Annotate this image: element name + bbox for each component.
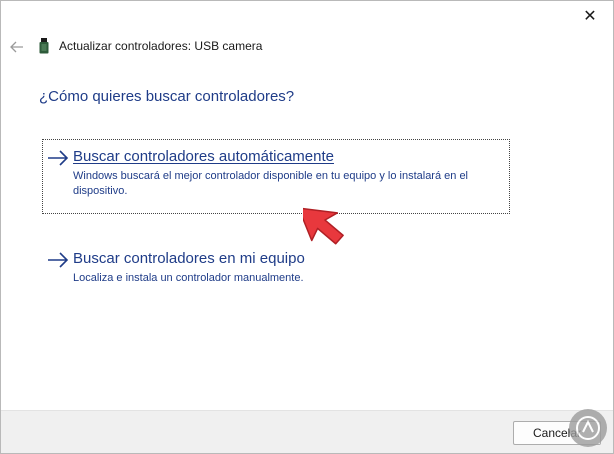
browse-my-computer-option[interactable]: Buscar controladores en mi equipo Locali… [43,247,509,291]
usb-device-icon [39,38,49,54]
search-automatically-option[interactable]: Buscar controladores automáticamente Win… [42,139,510,214]
close-button[interactable]: ✕ [567,1,613,31]
red-pointer-arrow-icon [303,207,344,245]
watermark-glyph-icon [576,416,600,440]
page-heading: ¿Cómo quieres buscar controladores? [39,88,295,105]
option-title: Buscar controladores en mi equipo [73,250,305,267]
dialog-footer: Cancelar [1,410,613,453]
back-button[interactable] [7,37,27,57]
option-description: Localiza e instala un controlador manual… [73,272,304,284]
option-title: Buscar controladores automáticamente [73,148,334,165]
arrow-right-icon [48,150,69,166]
back-arrow-icon [10,41,23,53]
window-title: Actualizar controladores: USB camera [59,39,263,53]
update-drivers-dialog: ✕ Actualizar controladores: USB camera ¿… [0,0,614,454]
option-description: Windows buscará el mejor controlador dis… [73,170,469,197]
arrow-right-icon [48,252,69,268]
close-icon: ✕ [583,8,597,25]
logo-watermark-icon [569,409,607,447]
